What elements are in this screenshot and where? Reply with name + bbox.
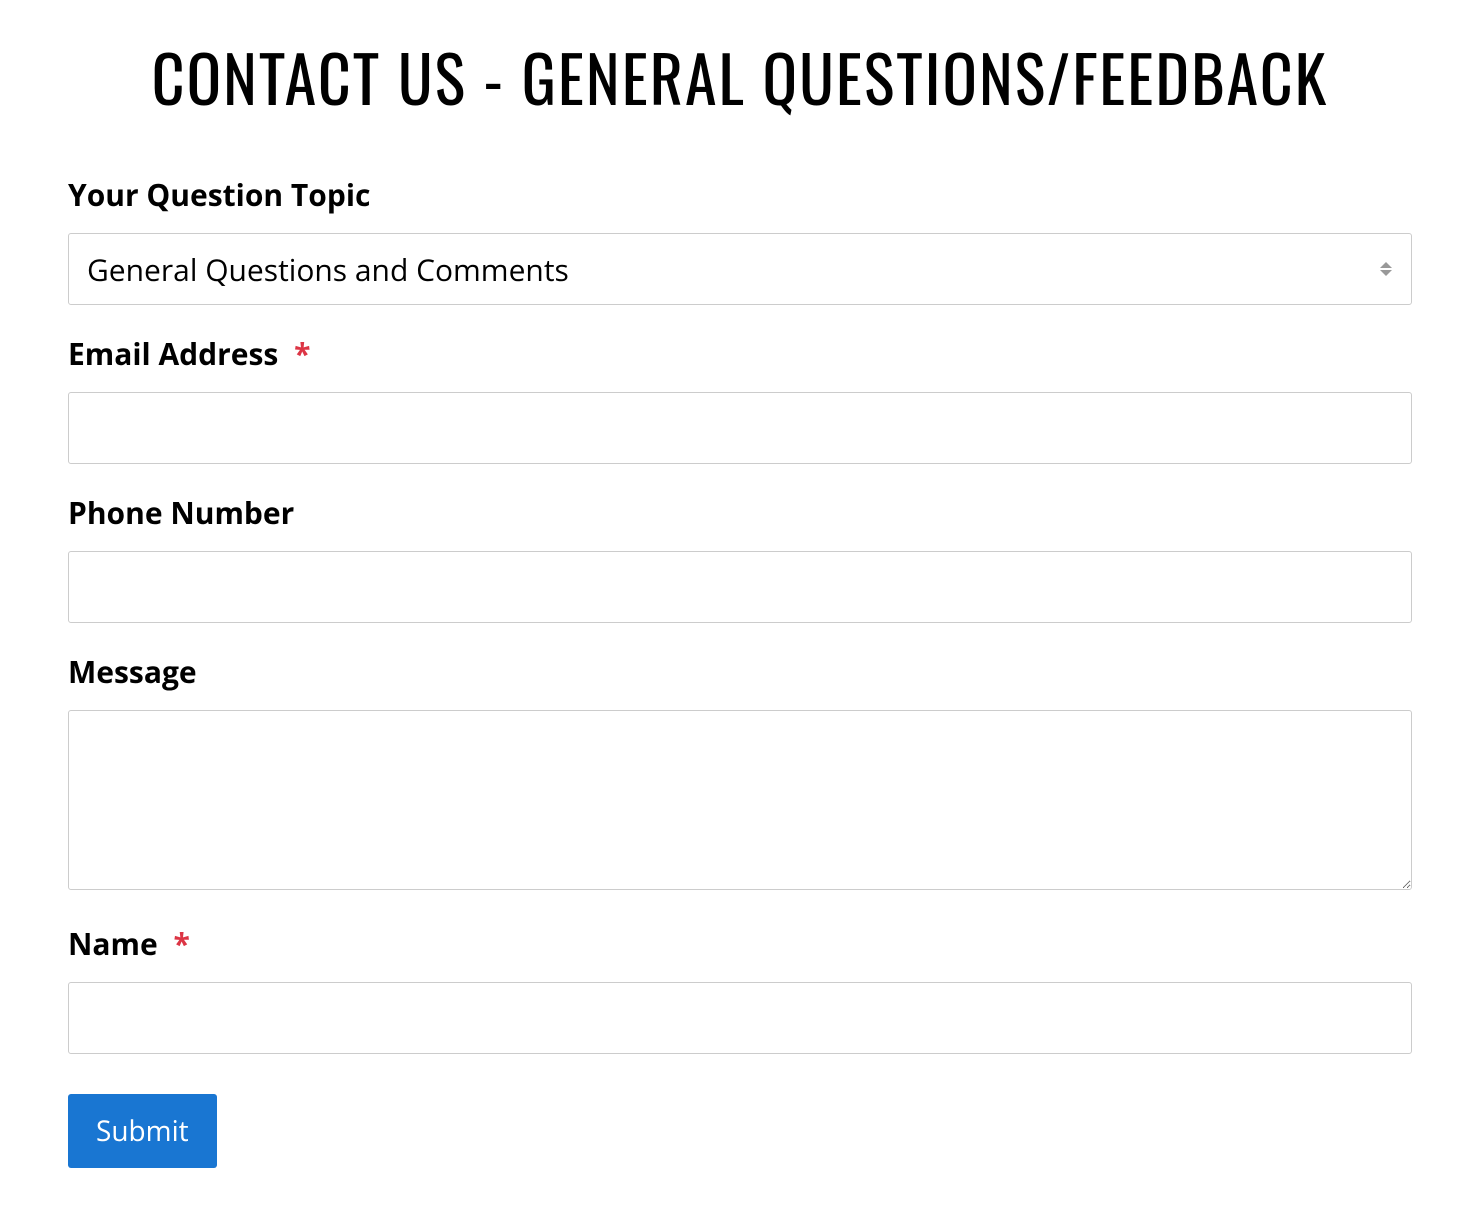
name-group: Name * [68, 923, 1412, 1054]
topic-select[interactable]: General Questions and Comments [68, 233, 1412, 305]
email-field[interactable] [68, 392, 1412, 464]
submit-button[interactable]: Submit [68, 1094, 217, 1168]
phone-label: Phone Number [68, 492, 1412, 533]
required-star-icon: * [174, 923, 190, 964]
name-label-text: Name [68, 923, 158, 964]
email-label-text: Email Address [68, 333, 278, 374]
phone-group: Phone Number [68, 492, 1412, 623]
name-label: Name * [68, 923, 1412, 964]
name-field[interactable] [68, 982, 1412, 1054]
topic-select-wrapper: General Questions and Comments [68, 233, 1412, 305]
email-label: Email Address * [68, 333, 1412, 374]
message-label: Message [68, 651, 1412, 692]
phone-field[interactable] [68, 551, 1412, 623]
contact-form: Your Question Topic General Questions an… [68, 174, 1412, 1168]
topic-label: Your Question Topic [68, 174, 1412, 215]
required-star-icon: * [294, 333, 310, 374]
email-group: Email Address * [68, 333, 1412, 464]
message-textarea[interactable] [68, 710, 1412, 890]
message-group: Message [68, 651, 1412, 895]
topic-group: Your Question Topic General Questions an… [68, 174, 1412, 305]
page-title: CONTACT US - GENERAL QUESTIONS/FEEDBACK [68, 30, 1412, 124]
